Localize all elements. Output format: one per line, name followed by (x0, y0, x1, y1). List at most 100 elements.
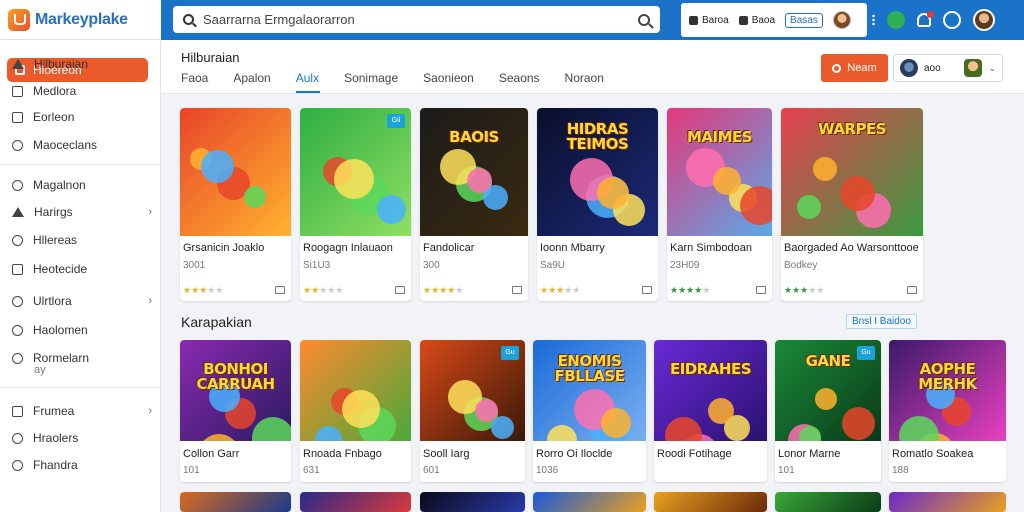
card-actions[interactable] (756, 286, 766, 294)
search-submit-icon[interactable] (638, 13, 650, 26)
sidebar-item-1[interactable]: Medlora (12, 82, 152, 100)
product-card[interactable]: ENOMIS FBLLASE Rorro Oi Iloclde 1036 (533, 340, 646, 482)
product-name: Baorgaded Ao Warsonttooe (784, 242, 919, 254)
product-thumbnail[interactable] (775, 492, 881, 512)
card-actions[interactable] (275, 286, 285, 294)
more-icon[interactable] (872, 14, 875, 26)
product-card[interactable] (180, 492, 291, 512)
account-button[interactable]: Basas (785, 12, 823, 28)
card-actions[interactable] (642, 286, 652, 294)
product-thumbnail[interactable] (180, 108, 291, 236)
tab-2[interactable]: Aulx (295, 71, 330, 93)
game-title-art: BONHOI CARRUAH (196, 360, 275, 393)
cart-icon[interactable] (907, 286, 917, 294)
cart-icon[interactable] (642, 286, 652, 294)
tab-4[interactable]: Saonieon (423, 71, 485, 93)
product-card[interactable] (533, 492, 646, 512)
grid-icon (12, 405, 23, 417)
product-card[interactable] (775, 492, 881, 512)
character-art (665, 417, 702, 441)
sidebar-item-label: Ulrtlora (33, 294, 72, 308)
product-card[interactable]: BONHOI CARRUAH Collon Garr 101 (180, 340, 291, 482)
phone-icon (738, 15, 748, 25)
sidebar-item-8[interactable]: Ulrtlora › (12, 292, 152, 310)
product-thumbnail[interactable]: GANE Gu (775, 340, 881, 441)
cart-icon[interactable] (275, 286, 285, 294)
product-card[interactable]: Gu Sooll Iarg 601 (420, 340, 525, 482)
product-thumbnail[interactable] (300, 340, 411, 441)
notification-icon[interactable] (917, 11, 934, 27)
product-card[interactable]: GANE Gu Lonor Marne 101 (775, 340, 881, 482)
tab-6[interactable]: Noraon (565, 71, 615, 93)
product-thumbnail[interactable]: AOPHE MERHK (889, 340, 1006, 441)
card-actions[interactable] (907, 286, 917, 294)
product-thumbnail[interactable] (533, 492, 646, 512)
product-thumbnail[interactable]: ENOMIS FBLLASE (533, 340, 646, 441)
tab-3[interactable]: Sonimage (344, 71, 409, 93)
product-thumbnail[interactable]: WARPES (781, 108, 923, 236)
section-link[interactable]: Bnsl I Baidoo (846, 314, 917, 329)
sidebar-item-0[interactable]: Hilburaian (12, 55, 152, 73)
product-card[interactable]: HIDRAS TEIMOS Ioonn Mbarry Sa9U ★★★★★ (537, 108, 658, 301)
game-title-art: MAIMES (686, 128, 753, 146)
help-icon[interactable] (943, 11, 961, 29)
product-thumbnail[interactable]: HIDRAS TEIMOS (537, 108, 658, 236)
product-card[interactable] (889, 492, 1006, 512)
cart-icon[interactable] (395, 286, 405, 294)
product-thumbnail[interactable]: EIDRAHES (654, 340, 767, 441)
card-actions[interactable] (395, 286, 405, 294)
product-thumbnail[interactable] (180, 492, 291, 512)
product-card[interactable] (654, 492, 767, 512)
product-card[interactable]: MAIMES Karn Simbodoan 23H09 ★★★★★ (667, 108, 772, 301)
character-art (334, 159, 374, 199)
product-thumbnail[interactable] (420, 492, 525, 512)
account-link-2[interactable]: Baoa (738, 15, 775, 26)
sidebar-item-6[interactable]: Hllereas (12, 231, 152, 249)
cart-icon[interactable] (756, 286, 766, 294)
sidebar-item-2[interactable]: Eorleon (12, 108, 152, 126)
logo[interactable]: Markeyplake (0, 0, 161, 40)
search-bar[interactable] (173, 6, 660, 33)
account-link-1[interactable]: Baroa (689, 15, 729, 26)
product-card[interactable] (300, 492, 411, 512)
star-icon: ★ (572, 285, 581, 295)
product-card[interactable]: EIDRAHES Roodi Fotihage (654, 340, 767, 482)
sidebar-item-10[interactable]: Rormelarn (12, 349, 152, 367)
product-card[interactable]: WARPES Baorgaded Ao Warsonttooe Bodkey ★★★★… (781, 108, 923, 301)
product-thumbnail[interactable] (300, 492, 411, 512)
sidebar-item-5[interactable]: Harirgs › (12, 203, 152, 221)
tab-5[interactable]: Seaons (499, 71, 551, 93)
card-actions[interactable] (512, 286, 522, 294)
tab-0[interactable]: Faoa (181, 71, 219, 93)
product-price: 188 (892, 465, 909, 476)
product-card[interactable]: Rnoada Fnbago 631 (300, 340, 411, 482)
sidebar-item-9[interactable]: Haolomen (12, 321, 152, 339)
sidebar-item-12[interactable]: Hraolers (12, 429, 152, 447)
tab-1[interactable]: Apalon (233, 71, 281, 93)
product-card[interactable]: Gil Roogagn Inlauaon Si1U3 ★★★★★ (300, 108, 411, 301)
cart-icon[interactable] (512, 286, 522, 294)
sidebar-item-label: Medlora (33, 84, 77, 98)
profile-avatar[interactable] (973, 9, 995, 31)
product-thumbnail[interactable] (889, 492, 1006, 512)
product-thumbnail[interactable]: BAOIS (420, 108, 528, 236)
product-card[interactable]: BAOIS Fandolicar 300 ★★★★★ (420, 108, 528, 301)
product-thumbnail[interactable] (654, 492, 767, 512)
product-card[interactable] (420, 492, 525, 512)
chat-icon[interactable] (887, 11, 905, 29)
product-thumbnail[interactable]: MAIMES (667, 108, 772, 236)
search-input[interactable] (203, 12, 638, 27)
user-avatar[interactable] (832, 11, 851, 29)
action-button[interactable]: Neam (821, 54, 888, 82)
sidebar-item-13[interactable]: Fhandra (12, 456, 152, 474)
sidebar-item-3[interactable]: Maoceclans (12, 136, 152, 154)
sidebar-item-7[interactable]: Heotecide (12, 260, 152, 278)
product-thumbnail[interactable]: BONHOI CARRUAH (180, 340, 291, 441)
sidebar-item-11[interactable]: Frumea › (12, 402, 152, 420)
product-thumbnail[interactable]: Gu (420, 340, 525, 441)
user-selector[interactable]: aoo ⌄ (893, 54, 1003, 82)
product-card[interactable]: Grsanicin Joaklo 3001 ★★★★★ (180, 108, 291, 301)
product-thumbnail[interactable]: Gil (300, 108, 411, 236)
product-card[interactable]: AOPHE MERHK Romatlo Soakea 188 (889, 340, 1006, 482)
sidebar-item-4[interactable]: Magalnon (12, 176, 152, 194)
